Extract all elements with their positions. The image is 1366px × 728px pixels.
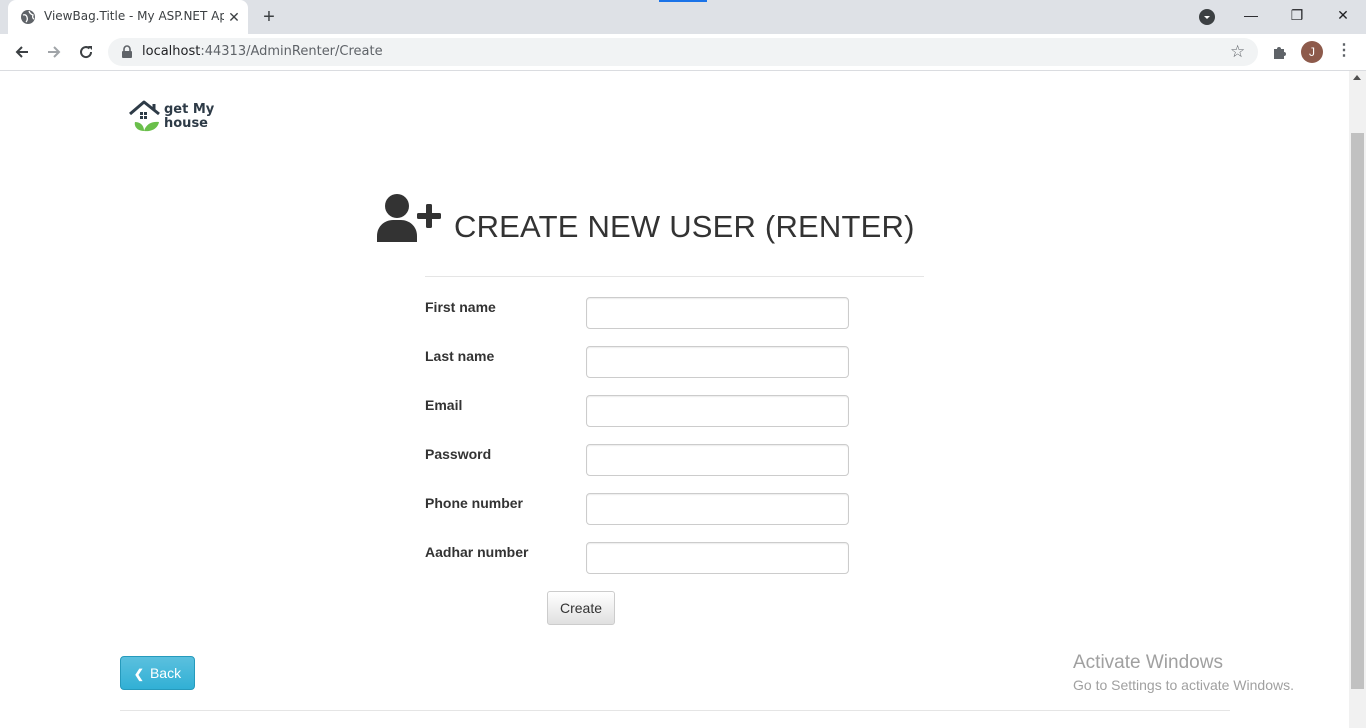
create-button[interactable]: Create xyxy=(547,591,615,625)
profile-avatar[interactable]: J xyxy=(1301,41,1323,63)
new-tab-button[interactable]: + xyxy=(258,7,280,29)
activate-windows-subtitle: Go to Settings to activate Windows. xyxy=(1073,677,1294,693)
lock-icon xyxy=(122,45,132,58)
tab-title: ViewBag.Title - My ASP.NET Appl xyxy=(44,9,224,23)
aadhar-number-label: Aadhar number xyxy=(425,544,529,560)
back-button[interactable]: ❮ Back xyxy=(120,656,195,690)
user-plus-icon xyxy=(377,194,441,242)
phone-number-input[interactable] xyxy=(586,493,849,525)
bookmark-star-icon[interactable]: ☆ xyxy=(1230,43,1248,61)
browser-tab-strip: ViewBag.Title - My ASP.NET Appl ✕ + — ❐ … xyxy=(0,0,1366,34)
page-scrollbar[interactable] xyxy=(1349,71,1366,728)
close-tab-icon[interactable]: ✕ xyxy=(226,9,242,25)
email-label: Email xyxy=(425,397,463,413)
browser-tab[interactable]: ViewBag.Title - My ASP.NET Appl ✕ xyxy=(8,0,248,34)
first-name-input[interactable] xyxy=(586,297,849,329)
phone-number-label: Phone number xyxy=(425,495,524,511)
browser-toolbar: localhost:44313/AdminRenter/Create ☆ xyxy=(0,34,1366,71)
scroll-thumb[interactable] xyxy=(1351,133,1364,689)
page-title: CREATE NEW USER (RENTER) xyxy=(454,209,915,244)
restore-button[interactable]: ❐ xyxy=(1274,0,1320,32)
footer-divider xyxy=(120,710,1230,711)
logo-text: get My house xyxy=(164,102,215,131)
email-input[interactable] xyxy=(586,395,849,427)
site-logo[interactable]: get My house xyxy=(128,100,228,134)
extensions-puzzle-icon[interactable] xyxy=(1270,42,1290,62)
back-button-label: Back xyxy=(149,665,182,681)
scroll-up-arrow-icon[interactable] xyxy=(1353,75,1361,80)
globe-icon xyxy=(21,10,35,24)
address-bar[interactable]: localhost:44313/AdminRenter/Create ☆ xyxy=(108,38,1258,66)
activate-windows-title: Activate Windows xyxy=(1073,652,1223,673)
minimize-button[interactable]: — xyxy=(1228,0,1274,32)
reload-icon[interactable] xyxy=(72,38,100,66)
tab-search-icon[interactable] xyxy=(1199,9,1215,25)
tab-strip-indicator xyxy=(659,0,707,2)
browser-menu-icon[interactable]: ⋮ xyxy=(1336,41,1352,63)
house-leaf-logo-icon xyxy=(129,100,160,132)
url-text: localhost:44313/AdminRenter/Create xyxy=(142,44,383,59)
first-name-label: First name xyxy=(425,299,496,315)
aadhar-number-input[interactable] xyxy=(586,542,849,574)
close-window-button[interactable]: ✕ xyxy=(1320,0,1366,32)
last-name-label: Last name xyxy=(425,348,495,364)
forward-nav-icon[interactable] xyxy=(40,38,68,66)
back-nav-icon[interactable] xyxy=(8,38,36,66)
heading-divider xyxy=(425,276,924,277)
password-input[interactable] xyxy=(586,444,849,476)
last-name-input[interactable] xyxy=(586,346,849,378)
password-label: Password xyxy=(425,446,492,462)
chevron-left-icon: ❮ xyxy=(133,667,144,681)
